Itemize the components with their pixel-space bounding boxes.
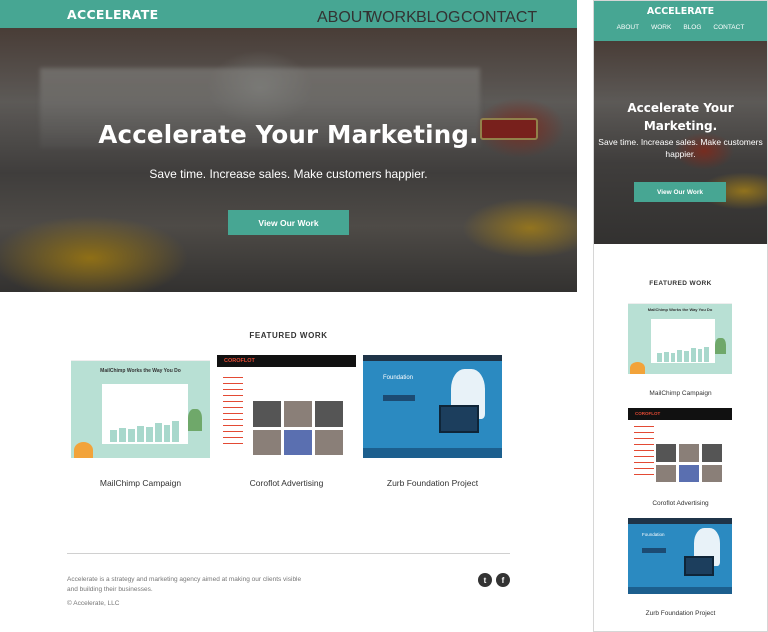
mobile-view-our-work-button[interactable]: View Our Work <box>634 182 726 202</box>
mobile-nav-contact[interactable]: CONTACT <box>713 24 744 31</box>
mobile-coroflot-caption[interactable]: Coroflot Advertising <box>594 500 767 507</box>
top-nav-bar: ACCELERATE ABOUT WORK BLOG CONTACT <box>0 0 577 28</box>
thumb-plant <box>715 337 726 355</box>
mobile-hero-section: Accelerate Your Marketing. Save time. In… <box>594 41 767 244</box>
thumb-plant <box>187 408 202 432</box>
thumb-button <box>383 395 415 401</box>
thumb-button <box>642 548 666 553</box>
facebook-icon[interactable]: f <box>496 573 510 587</box>
thumb-title: MailChimp Works the Way You Do <box>100 368 181 374</box>
nav-blog[interactable]: BLOG <box>416 9 460 27</box>
hero-title: Accelerate Your Marketing. <box>98 120 479 149</box>
coroflot-caption[interactable]: Coroflot Advertising <box>217 478 356 488</box>
mobile-nav-about[interactable]: ABOUT <box>617 24 639 31</box>
mobile-mailchimp-thumbnail[interactable]: MailChimp Works the Way You Do <box>628 298 732 374</box>
coroflot-logo: COROFLOT <box>635 411 661 416</box>
footer-divider <box>67 553 510 554</box>
brand-logo[interactable]: ACCELERATE <box>67 7 158 22</box>
thumb-header <box>628 518 732 524</box>
thumb-image-grid <box>253 401 343 455</box>
thumb-screen <box>439 405 479 433</box>
mobile-coroflot-thumbnail[interactable]: COROFLOT <box>628 408 732 484</box>
nav-contact[interactable]: CONTACT <box>461 9 537 27</box>
thumb-sidebar <box>223 377 243 447</box>
mobile-zurb-thumbnail[interactable]: Foundation <box>628 518 732 594</box>
desktop-preview: ACCELERATE ABOUT WORK BLOG CONTACT Accel… <box>0 0 577 632</box>
thumb-screen <box>684 556 714 576</box>
nav-about[interactable]: ABOUT <box>317 9 372 27</box>
thumb-image-grid <box>656 444 722 482</box>
mobile-zurb-caption[interactable]: Zurb Foundation Project <box>594 610 767 617</box>
mobile-mailchimp-caption[interactable]: MailChimp Campaign <box>594 390 767 397</box>
mobile-preview: ACCELERATE ABOUT WORK BLOG CONTACT Accel… <box>593 0 768 632</box>
hero-subtitle: Save time. Increase sales. Make customer… <box>149 167 428 181</box>
thumb-orange <box>73 441 94 458</box>
mobile-hero-title: Accelerate Your Marketing. <box>627 101 734 133</box>
thumb-orange <box>630 361 645 374</box>
thumb-title: MailChimp Works the Way You Do <box>647 307 713 312</box>
mobile-nav-work[interactable]: WORK <box>651 24 671 31</box>
footer-description: Accelerate is a strategy and marketing a… <box>67 576 302 593</box>
mobile-featured-work-heading: FEATURED WORK <box>649 280 712 287</box>
hero-overlay <box>0 28 577 292</box>
mobile-top-nav-bar: ACCELERATE ABOUT WORK BLOG CONTACT <box>594 1 767 41</box>
coroflot-logo: COROFLOT <box>224 358 255 364</box>
thumb-footer-bar <box>363 448 502 458</box>
thumb-sidebar <box>634 426 654 478</box>
view-our-work-button[interactable]: View Our Work <box>228 210 349 235</box>
zurb-caption[interactable]: Zurb Foundation Project <box>363 478 502 488</box>
nav-work[interactable]: WORK <box>367 9 417 27</box>
coroflot-thumbnail[interactable]: COROFLOT <box>217 355 356 458</box>
mailchimp-thumbnail[interactable]: MailChimp Works the Way You Do <box>71 355 210 458</box>
thumb-title: Foundation <box>383 375 414 381</box>
twitter-icon[interactable]: t <box>478 573 492 587</box>
featured-work-heading: FEATURED WORK <box>249 331 328 340</box>
thumb-title: Foundation <box>642 532 665 537</box>
mobile-nav: ABOUT WORK BLOG CONTACT <box>594 24 767 31</box>
mobile-nav-blog[interactable]: BLOG <box>683 24 701 31</box>
footer-copyright: © Accelerate, LLC <box>67 600 120 607</box>
hero-section: Accelerate Your Marketing. Save time. In… <box>0 28 577 292</box>
thumb-header <box>363 355 502 361</box>
thumb-bar-graph <box>109 419 180 442</box>
mobile-hero-subtitle: Save time. Increase sales. Make customer… <box>598 137 763 159</box>
zurb-thumbnail[interactable]: Foundation <box>363 355 502 458</box>
thumb-bar-graph <box>657 345 710 362</box>
thumb-footer-bar <box>628 587 732 594</box>
mailchimp-caption[interactable]: MailChimp Campaign <box>71 478 210 488</box>
mobile-brand-logo[interactable]: ACCELERATE <box>594 6 767 17</box>
